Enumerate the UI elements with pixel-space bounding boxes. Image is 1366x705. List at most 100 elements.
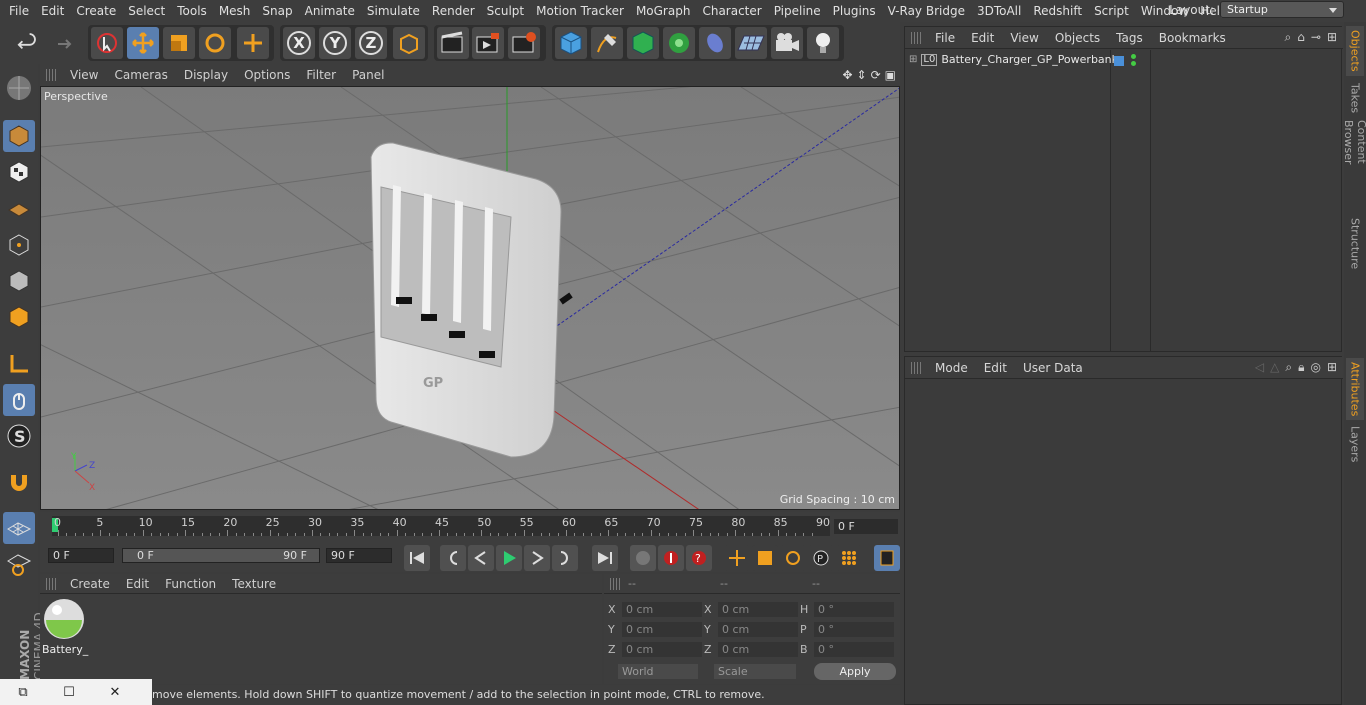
material-menu-function[interactable]: Function <box>157 577 224 591</box>
redo-icon[interactable] <box>45 27 77 59</box>
menu-item-script[interactable]: Script <box>1088 0 1135 22</box>
coord-a-field-2[interactable]: 0 cm <box>622 642 702 657</box>
layer-color-icon[interactable] <box>1114 56 1124 66</box>
render-view-icon[interactable] <box>437 27 469 59</box>
record-keys-icon[interactable] <box>630 545 656 571</box>
menu-item-animate[interactable]: Animate <box>299 0 361 22</box>
layout-dropdown[interactable]: Startup <box>1220 1 1344 18</box>
viewport-menu-options[interactable]: Options <box>236 68 298 82</box>
material-item[interactable]: Battery_ <box>42 598 88 656</box>
menu-item-render[interactable]: Render <box>426 0 481 22</box>
subdivision-surface-icon[interactable] <box>627 27 659 59</box>
nav-back-icon[interactable]: ⊸ <box>1311 30 1321 45</box>
x-axis-lock-button[interactable]: X <box>283 27 315 59</box>
tree-row-object[interactable]: ⊞ L0 Battery_Charger_GP_Powerbank <box>909 53 1118 66</box>
snapping-icon[interactable] <box>3 466 35 498</box>
tab-attributes[interactable]: Attributes <box>1346 358 1364 420</box>
tab-objects[interactable]: Objects <box>1346 26 1364 76</box>
object-menu-bookmarks[interactable]: Bookmarks <box>1151 31 1234 45</box>
timeline-ruler[interactable]: 0 5 10 15 20 25 30 35 40 45 50 55 60 65 70 75 80 85 90 0 F <box>40 512 900 542</box>
timeline-track[interactable]: 0 5 10 15 20 25 30 35 40 45 50 55 60 65 70 75 80 85 90 <box>52 516 830 536</box>
prev-key-icon[interactable] <box>440 545 466 571</box>
end-frame-field[interactable]: 90 F <box>326 548 392 563</box>
maximize-icon[interactable]: ☐ <box>46 685 92 700</box>
current-frame-field[interactable]: 0 F <box>834 519 898 534</box>
menu-item-simulate[interactable]: Simulate <box>361 0 426 22</box>
start-frame-field[interactable]: 0 F <box>48 548 114 563</box>
coord-a-field-0[interactable]: 0 cm <box>622 602 702 617</box>
restore-icon[interactable]: ⧉ <box>0 685 46 700</box>
camera-icon[interactable] <box>771 27 803 59</box>
menu-item-snap[interactable]: Snap <box>256 0 298 22</box>
menu-item-plugins[interactable]: Plugins <box>827 0 882 22</box>
attribute-menu-user-data[interactable]: User Data <box>1015 361 1091 375</box>
pen-spline-icon[interactable] <box>591 27 623 59</box>
target-icon[interactable]: ◎ <box>1310 360 1320 375</box>
scale-tool-icon[interactable] <box>163 27 195 59</box>
search-icon[interactable]: ⌕ <box>1285 30 1292 45</box>
attr-new-window-icon[interactable]: ⊞ <box>1327 360 1337 375</box>
home-icon[interactable]: ⌂ <box>1297 30 1305 45</box>
menu-item-sculpt[interactable]: Sculpt <box>481 0 530 22</box>
render-to-picture-viewer-icon[interactable] <box>472 27 504 59</box>
move-view-icon[interactable]: ✥ <box>842 68 852 82</box>
menu-item-file[interactable]: File <box>3 0 35 22</box>
axis-mode-icon[interactable] <box>3 348 35 380</box>
viewport-menu-display[interactable]: Display <box>176 68 236 82</box>
points-mode-icon[interactable] <box>3 229 35 261</box>
menu-item-mesh[interactable]: Mesh <box>213 0 257 22</box>
coord-c-field-1[interactable]: 0 ° <box>814 622 894 637</box>
coord-mode-dropdown[interactable]: World <box>618 664 698 679</box>
coord-c-field-2[interactable]: 0 ° <box>814 642 894 657</box>
light-icon[interactable] <box>807 27 839 59</box>
enable-grid-icon[interactable] <box>3 512 35 544</box>
menu-item-create[interactable]: Create <box>70 0 122 22</box>
menu-item-v-ray-bridge[interactable]: V-Ray Bridge <box>882 0 971 22</box>
attr-back-icon[interactable]: ◁ <box>1255 360 1264 375</box>
cube-primitive-icon[interactable] <box>555 27 587 59</box>
zoom-view-icon[interactable]: ⇕ <box>857 68 867 82</box>
menu-item-mograph[interactable]: MoGraph <box>630 0 697 22</box>
coord-a-field-1[interactable]: 0 cm <box>622 622 702 637</box>
viewport-menu-view[interactable]: View <box>62 68 106 82</box>
tab-structure[interactable]: Structure <box>1346 216 1364 272</box>
keyframe-selection-icon[interactable]: ? <box>686 545 712 571</box>
rotate-tool-icon[interactable] <box>199 27 231 59</box>
visibility-editor-dot[interactable] <box>1131 54 1136 59</box>
rotate-view-icon[interactable]: ⟳ <box>871 68 881 82</box>
object-name[interactable]: Battery_Charger_GP_Powerbank <box>941 53 1118 66</box>
make-editable-icon[interactable] <box>3 70 35 106</box>
object-menu-objects[interactable]: Objects <box>1047 31 1108 45</box>
menu-item-motion-tracker[interactable]: Motion Tracker <box>530 0 630 22</box>
undo-icon[interactable] <box>10 27 42 59</box>
tab-layers[interactable]: Layers <box>1346 424 1364 464</box>
model-mode-icon[interactable] <box>3 120 35 152</box>
tab-content-browser[interactable]: Content Browser <box>1342 120 1366 210</box>
attr-up-icon[interactable]: △ <box>1270 360 1279 375</box>
material-menu-edit[interactable]: Edit <box>118 577 157 591</box>
key-position-icon[interactable] <box>724 545 750 571</box>
key-pla-icon[interactable] <box>836 545 862 571</box>
coord-b-field-0[interactable]: 0 cm <box>718 602 798 617</box>
menu-item-3dtoall[interactable]: 3DToAll <box>971 0 1027 22</box>
visibility-render-dot[interactable] <box>1131 61 1136 66</box>
viewport-menu-panel[interactable]: Panel <box>344 68 392 82</box>
attribute-menu-edit[interactable]: Edit <box>976 361 1015 375</box>
viewport-menu-cameras[interactable]: Cameras <box>106 68 175 82</box>
object-menu-tags[interactable]: Tags <box>1108 31 1151 45</box>
coord-scale-dropdown[interactable]: Scale <box>714 664 796 679</box>
key-scale-icon[interactable] <box>752 545 778 571</box>
menu-item-pipeline[interactable]: Pipeline <box>768 0 827 22</box>
autokey-icon[interactable] <box>658 545 684 571</box>
live-selection-icon[interactable] <box>91 27 123 59</box>
key-parameter-icon[interactable]: P <box>808 545 834 571</box>
floor-environment-icon[interactable] <box>735 27 767 59</box>
key-rotation-icon[interactable] <box>780 545 806 571</box>
menu-item-tools[interactable]: Tools <box>171 0 213 22</box>
attribute-menu-mode[interactable]: Mode <box>927 361 976 375</box>
workplane-mode-icon[interactable] <box>3 192 35 224</box>
viewport-menu-filter[interactable]: Filter <box>298 68 344 82</box>
next-key-icon[interactable] <box>552 545 578 571</box>
solo-mode-icon[interactable]: S <box>3 420 35 452</box>
menu-item-select[interactable]: Select <box>122 0 171 22</box>
